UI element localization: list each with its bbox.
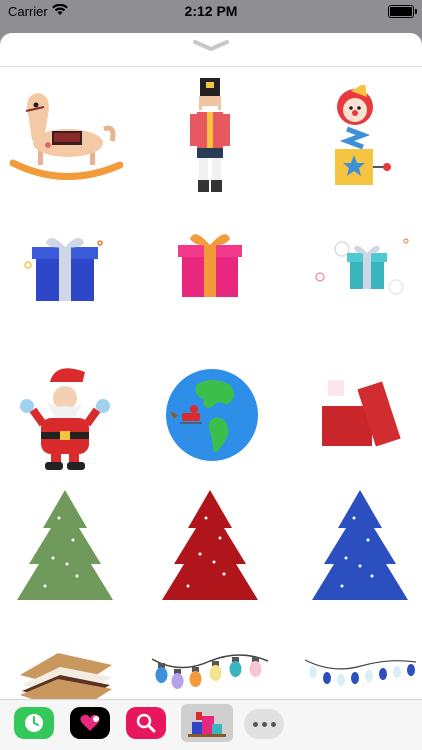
- search-app-icon[interactable]: [126, 707, 166, 739]
- sticker-rocking-horse[interactable]: [5, 75, 125, 195]
- sticker-blue-gift[interactable]: [5, 205, 125, 325]
- sticker-green-tree[interactable]: [5, 485, 125, 605]
- clock-time: 2:12 PM: [184, 3, 238, 19]
- status-bar: Carrier 2:12 PM: [0, 0, 422, 22]
- chevron-down-icon[interactable]: [191, 39, 231, 53]
- clock-app-icon[interactable]: [14, 707, 54, 739]
- sticker-sheet: [0, 33, 422, 750]
- sticker-jack-in-the-box[interactable]: [300, 75, 420, 195]
- sticker-grid: [0, 67, 422, 713]
- sticker-nutcracker[interactable]: [150, 75, 270, 195]
- heart-app-icon[interactable]: [70, 707, 110, 739]
- sticker-earth-santa-sleigh[interactable]: [150, 355, 270, 475]
- sticker-pink-gift[interactable]: [150, 205, 270, 325]
- sticker-blue-tree[interactable]: [300, 485, 420, 605]
- sticker-red-tree[interactable]: [150, 485, 270, 605]
- more-icon[interactable]: [244, 709, 284, 739]
- sticker-santa-claus[interactable]: [5, 355, 125, 475]
- sticker-red-boxes[interactable]: [300, 355, 420, 475]
- battery-icon: [388, 5, 417, 18]
- app-tray: [0, 699, 422, 750]
- christmas-sticker-app-icon[interactable]: [181, 704, 233, 742]
- sticker-teal-gift[interactable]: [300, 205, 420, 325]
